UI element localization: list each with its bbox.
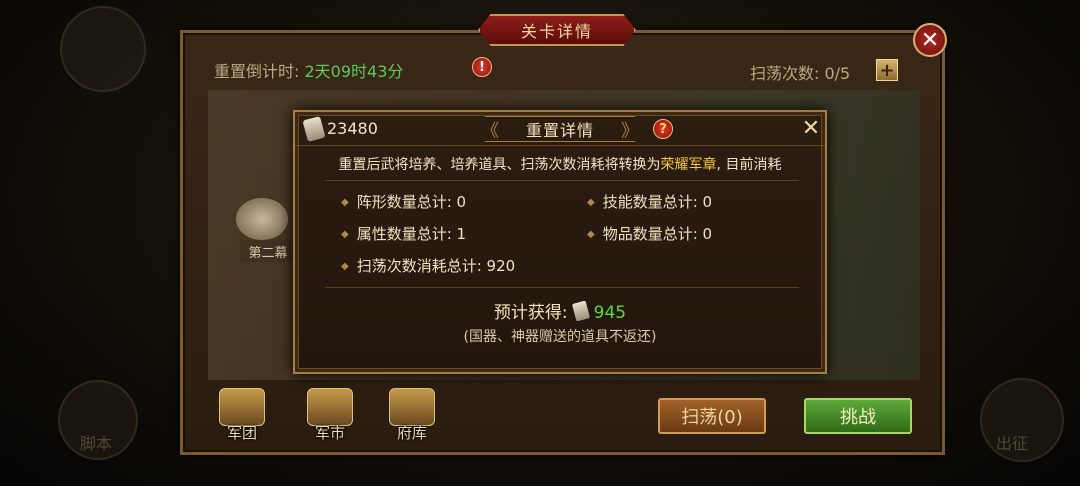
stat-sweep-text: 扫荡次数消耗总计: 920 [356,257,516,275]
background-avatar [60,6,146,92]
legion-icon [219,388,265,426]
sweep-button[interactable]: 扫荡(0) [658,398,766,434]
market-label: 军市 [314,424,345,442]
help-icon[interactable]: ? [653,119,673,139]
background-march-label: 出征 [996,434,1029,453]
stat-skill: ◆ 技能数量总计: 0 [587,193,713,211]
dialog-description: 重置后武将培养、培养道具、扫荡次数消耗将转换为荣耀军章, 目前消耗 [295,154,825,174]
reset-detail-dialog: 23480 重置详情 ? ✕ 重置后武将培养、培养道具、扫荡次数消耗将转换为荣耀… [293,110,827,374]
dialog-title-banner: 重置详情 [481,116,639,143]
legion-label: 军团 [226,424,257,442]
expected-gain: 预计获得: 945 [295,298,825,323]
stat-formation: ◆ 阵形数量总计: 0 [341,193,467,211]
stat-sweep: ◆ 扫荡次数消耗总计: 920 [341,257,516,275]
close-icon: ✕ [801,115,821,141]
treasury-button[interactable]: 府库 [384,388,440,442]
token-icon [571,300,590,322]
description-highlight: 荣耀军章 [660,157,717,173]
dialog-title: 重置详情 [525,121,594,140]
reset-countdown: 重置倒计时: 2天09时43分 [214,58,403,82]
legion-button[interactable]: 军团 [214,388,270,442]
dialog-note: (国器、神器赠送的道具不返还) [463,329,657,345]
stat-skill-text: 技能数量总计: 0 [602,193,713,211]
token-icon [302,116,326,142]
stat-formation-text: 阵形数量总计: 0 [356,193,467,211]
challenge-button[interactable]: 挑战 [804,398,912,434]
token-count: 23480 [327,119,378,138]
panel-title-banner: 关卡详情 [478,14,636,46]
stat-attribute-text: 属性数量总计: 1 [356,225,467,243]
treasury-label: 府库 [396,424,427,442]
description-prefix: 重置后武将培养、培养道具、扫荡次数消耗将转换为 [338,157,661,173]
reset-countdown-label: 重置倒计时: [214,62,300,81]
gain-label: 预计获得: [493,303,568,323]
background-script-label: 脚本 [80,434,113,453]
stat-list: ◆ 阵形数量总计: 0 ◆ 技能数量总计: 0 ◆ 属性数量总计: 1 ◆ 物品数量总计… [325,180,799,288]
plus-icon: + [879,59,895,81]
dialog-header: 23480 重置详情 ? ✕ [295,112,825,146]
treasury-icon [389,388,435,426]
panel-title: 关卡详情 [520,22,593,41]
reset-countdown-time: 2天09时43分 [304,62,404,81]
description-suffix: , 目前消耗 [716,157,782,173]
close-icon: ✕ [920,27,940,53]
info-icon[interactable]: ! [472,57,492,77]
market-icon [307,388,353,426]
chapter-scroll-icon[interactable] [236,198,288,240]
add-sweep-button[interactable]: + [876,59,898,81]
sweep-count: 扫荡次数: 0/5 [750,64,851,83]
stat-item: ◆ 物品数量总计: 0 [587,225,713,243]
dialog-close-button[interactable]: ✕ [799,115,823,141]
stat-attribute: ◆ 属性数量总计: 1 [341,225,467,243]
market-button[interactable]: 军市 [302,388,358,442]
panel-close-button[interactable]: ✕ [913,23,947,57]
stat-item-text: 物品数量总计: 0 [602,225,713,243]
chapter-label: 第二幕 [240,240,296,262]
gain-value: 945 [593,303,627,323]
